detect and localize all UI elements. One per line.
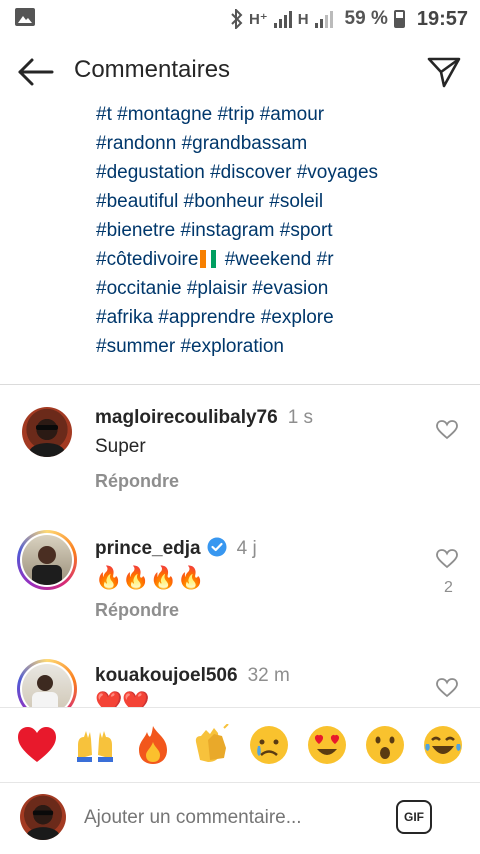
comment-time: 32 m xyxy=(247,665,290,686)
surprised-face-emoji-icon xyxy=(366,726,404,764)
avatar-photo xyxy=(26,810,60,840)
username-text[interactable]: prince_edja xyxy=(95,538,201,559)
battery-percent: 59 % xyxy=(344,8,388,29)
avatar-photo xyxy=(29,425,65,457)
comment-composer: GIF xyxy=(0,784,480,854)
reply-button[interactable]: Répondre xyxy=(95,471,179,492)
page-title: Commentaires xyxy=(74,56,231,83)
clapping-hands-emoji-icon xyxy=(195,724,229,762)
caption-line[interactable]: #t #montagne #trip #amour xyxy=(96,100,456,129)
caption-line[interactable]: #summer #exploration xyxy=(96,332,456,361)
back-arrow-icon[interactable] xyxy=(16,54,56,90)
raising-hands-emoji-icon xyxy=(77,731,113,762)
battery-icon xyxy=(393,10,405,28)
username-text[interactable]: magloirecoulibaly76 xyxy=(95,407,278,428)
emoji-quick-bar xyxy=(0,707,480,783)
avatar[interactable] xyxy=(22,407,72,457)
reply-button[interactable]: Répondre xyxy=(95,600,179,621)
post-caption: #t #montagne #trip #amour #randonn #gran… xyxy=(96,100,456,361)
heart-outline-icon[interactable] xyxy=(436,420,458,440)
comment-username[interactable]: magloirecoulibaly76 1 s xyxy=(95,407,313,429)
header-bar: Commentaires xyxy=(0,40,480,104)
ivory-coast-flag-icon xyxy=(200,248,217,268)
comment-text: Super xyxy=(95,436,146,457)
network-type-1: H⁺ xyxy=(248,11,268,28)
story-ring[interactable] xyxy=(17,530,77,590)
caption-line[interactable]: #afrika #apprendre #explore xyxy=(96,303,456,332)
gallery-notification-icon xyxy=(15,8,35,26)
heart-emoji[interactable] xyxy=(14,722,60,768)
like-count[interactable]: 2 xyxy=(444,579,453,597)
gif-button[interactable]: GIF xyxy=(396,800,432,834)
avatar[interactable] xyxy=(22,535,72,585)
direct-share-icon[interactable] xyxy=(424,54,464,90)
username-text[interactable]: kouakoujoel506 xyxy=(95,665,238,686)
crying-face-emoji-icon xyxy=(250,726,288,764)
caption-line[interactable]: #bienetre #instagram #sport xyxy=(96,216,456,245)
comment-username[interactable]: prince_edja 4 j xyxy=(95,537,257,560)
comment-input[interactable] xyxy=(82,806,376,830)
caption-line[interactable]: #occitanie #plaisir #evasion xyxy=(96,274,456,303)
raising-hands-emoji[interactable] xyxy=(72,722,118,768)
network-type-2: H xyxy=(297,10,309,28)
clock: 19:57 xyxy=(416,7,468,30)
avatar-photo xyxy=(32,546,62,585)
caption-line[interactable]: #randonn #grandbassam xyxy=(96,129,456,158)
comment-text: 🔥🔥🔥🔥 xyxy=(95,565,205,590)
heart-eyes-emoji-icon xyxy=(308,726,346,764)
fire-emoji-icon xyxy=(139,726,167,764)
laughing-tears-emoji-icon xyxy=(424,726,462,764)
comment-username[interactable]: kouakoujoel506 32 m xyxy=(95,665,290,687)
current-user-avatar xyxy=(20,794,66,840)
heart-outline-icon[interactable] xyxy=(436,549,458,569)
caption-line[interactable]: #beautiful #bonheur #soleil xyxy=(96,187,456,216)
divider xyxy=(0,384,480,385)
hashtag-weekend[interactable]: #weekend #r xyxy=(225,249,334,270)
heart-outline-icon[interactable] xyxy=(436,678,458,698)
status-bar: H⁺ H 59 % 19:57 xyxy=(0,0,480,38)
fire-emoji[interactable] xyxy=(130,722,176,768)
signal-strength-1-icon xyxy=(273,10,292,28)
caption-line[interactable]: #degustation #discover #voyages xyxy=(96,158,456,187)
caption-line[interactable]: #côtedivoire #weekend #r xyxy=(96,245,456,274)
bluetooth-icon xyxy=(231,9,243,29)
heart-emoji-icon xyxy=(18,727,56,762)
crying-face-emoji[interactable] xyxy=(246,722,292,768)
comment-text-partial: ❤️❤️ xyxy=(95,690,150,707)
verified-badge-icon xyxy=(207,537,227,557)
hashtag-cotedivoire[interactable]: #côtedivoire xyxy=(96,249,198,270)
comment-time: 4 j xyxy=(236,538,257,559)
signal-strength-2-icon xyxy=(314,10,333,28)
heart-eyes-emoji[interactable] xyxy=(304,722,350,768)
comment-time: 1 s xyxy=(287,407,314,428)
surprised-face-emoji[interactable] xyxy=(362,722,408,768)
clapping-hands-emoji[interactable] xyxy=(188,722,234,768)
laughing-tears-emoji[interactable] xyxy=(420,722,466,768)
